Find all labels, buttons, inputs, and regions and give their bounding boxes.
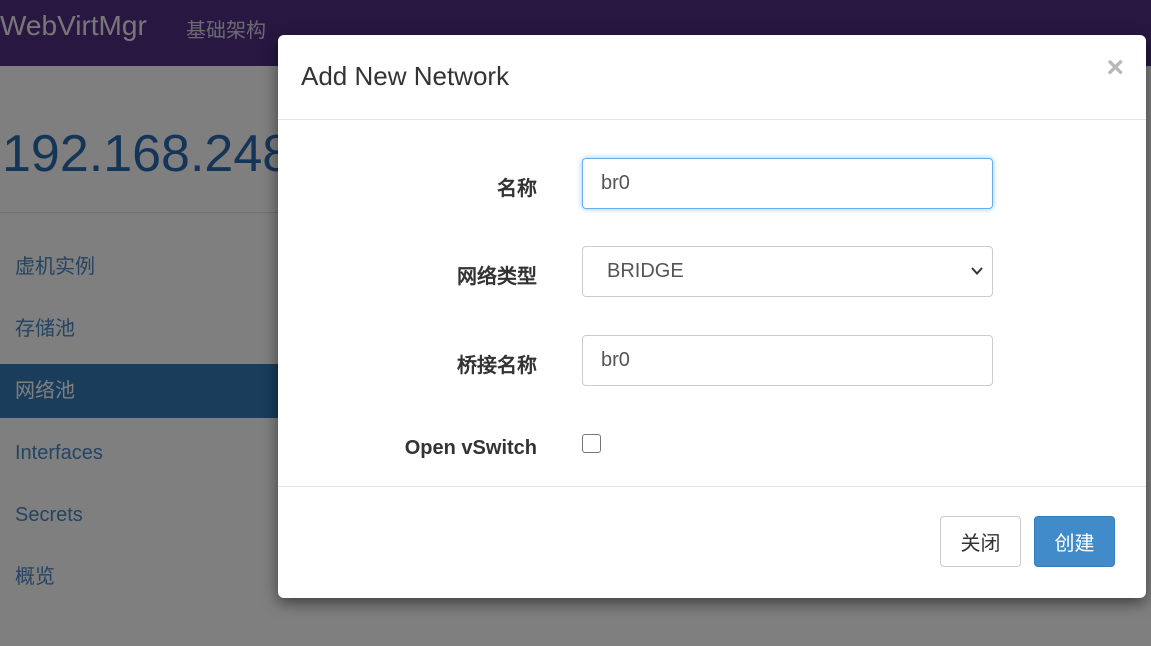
create-button[interactable]: 创建 <box>1034 516 1115 567</box>
chevron-down-icon <box>971 267 983 275</box>
modal-title: Add New Network <box>301 61 510 91</box>
close-icon[interactable]: × <box>1106 53 1124 83</box>
name-label: 名称 <box>497 178 537 200</box>
network-type-select[interactable]: BRIDGE <box>582 246 993 297</box>
ovs-checkbox[interactable] <box>582 434 601 453</box>
type-label: 网络类型 <box>457 266 537 288</box>
modal-footer: 关闭 创建 <box>278 486 1146 598</box>
name-input[interactable] <box>582 158 993 209</box>
ovs-label: Open vSwitch <box>404 437 537 459</box>
network-type-value: BRIDGE <box>607 260 684 282</box>
close-button[interactable]: 关闭 <box>940 516 1021 567</box>
bridge-name-input[interactable] <box>582 335 993 386</box>
modal-header: Add New Network × <box>278 35 1146 120</box>
add-network-modal: Add New Network × 名称 网络类型 BRIDGE 桥接名称 Op… <box>278 35 1146 598</box>
bridge-label: 桥接名称 <box>457 355 537 377</box>
